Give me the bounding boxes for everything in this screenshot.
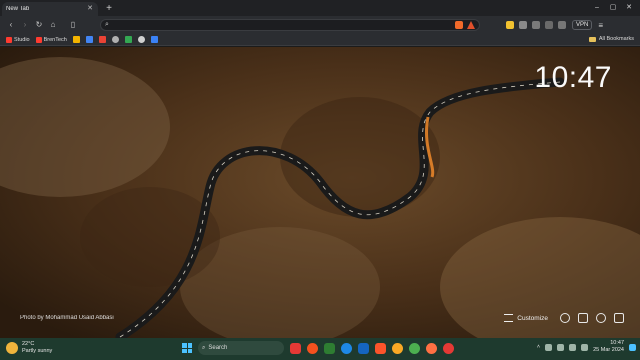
chrome-icon[interactable] [409, 342, 420, 354]
taskbar-search[interactable]: ⌕ Search [198, 341, 284, 355]
app-icon[interactable] [358, 342, 369, 354]
address-input[interactable] [115, 20, 452, 30]
brave-rewards-icon[interactable] [467, 21, 475, 29]
tray-icon[interactable] [545, 343, 553, 351]
app-icon[interactable] [290, 342, 301, 354]
all-bookmarks-button[interactable]: All Bookmarks [588, 36, 634, 42]
brave-icon[interactable] [375, 342, 386, 354]
menu-icon[interactable]: ≡ [598, 21, 603, 30]
taskbar-search-label: Search [208, 345, 228, 351]
battery-icon[interactable] [581, 343, 589, 351]
history-icon[interactable] [596, 313, 606, 323]
search-icon: ⌕ [105, 21, 109, 28]
customize-button[interactable]: Customize [504, 314, 548, 322]
bookmark-icon[interactable] [150, 36, 158, 43]
system-tray: ˄ 10:47 25 Mar 2024 [537, 340, 636, 354]
windows-taskbar: 22°C Partly sunny ⌕ Search ˄ 10:47 25 Ma… [0, 338, 640, 360]
new-tab-button[interactable]: + [102, 2, 116, 16]
app-icon[interactable] [426, 342, 437, 354]
weather-icon [6, 342, 18, 354]
reload-icon[interactable]: ↻ [32, 18, 46, 32]
drive-icon[interactable] [72, 36, 80, 43]
folder-icon [588, 36, 596, 42]
youtube-icon [6, 36, 12, 43]
weather-desc: Partly sunny [22, 348, 53, 354]
bookmarks-icon[interactable] [578, 313, 588, 323]
bookmark-label: Studio [14, 36, 30, 43]
volume-icon[interactable] [569, 343, 577, 351]
bookmarks-bar: Studio BrenTech All Bookmarks [0, 34, 640, 46]
clock: 10:47 [534, 61, 612, 94]
app-icon[interactable] [443, 342, 454, 354]
window-controls: – ▢ ✕ [592, 0, 640, 16]
bookmark-studio[interactable]: Studio [6, 36, 30, 43]
settings-icon[interactable] [560, 313, 570, 323]
bottom-right-actions [560, 313, 624, 323]
bookmark-page-icon[interactable]: ▯ [66, 18, 80, 32]
tab-strip: New Tab ✕ + – ▢ ✕ [0, 0, 640, 16]
wifi-icon[interactable] [557, 343, 565, 351]
customize-label: Customize [517, 314, 548, 322]
all-bookmarks-label: All Bookmarks [598, 36, 634, 42]
vpn-button[interactable]: VPN [572, 20, 593, 30]
minimize-icon[interactable]: – [592, 3, 602, 13]
wallet-icon[interactable] [558, 21, 566, 29]
drive-icon[interactable] [85, 36, 93, 43]
bookmark-icon[interactable] [124, 36, 132, 43]
gmail-icon[interactable] [98, 36, 106, 43]
browser-toolbar: ‹ › ↻ ⌂ ▯ ⌕ VPN ≡ [0, 16, 640, 34]
photo-credit[interactable]: Photo by Mohammad Usaid Abbasi [20, 315, 114, 321]
taskbar-apps: ⌕ Search [182, 341, 454, 355]
taskbar-date: 25 Mar 2024 [593, 347, 624, 353]
tab-title: New Tab [6, 6, 30, 12]
app-icon[interactable] [392, 342, 403, 354]
extension-icon[interactable] [519, 21, 527, 29]
new-tab-background: 10:47 Photo by Mohammad Usaid Abbasi Cus… [0, 47, 640, 338]
home-icon[interactable]: ⌂ [46, 18, 60, 32]
forward-icon[interactable]: › [18, 18, 32, 32]
puzzle-icon[interactable] [532, 21, 540, 29]
edge-icon[interactable] [341, 342, 352, 354]
close-window-icon[interactable]: ✕ [624, 3, 634, 13]
firefox-icon[interactable] [307, 342, 318, 354]
extensions-area [506, 21, 566, 29]
taskbar-time: 10:47 [610, 340, 624, 346]
windows-start-icon[interactable] [182, 343, 192, 353]
close-tab-icon[interactable]: ✕ [86, 5, 94, 13]
tab-new-tab[interactable]: New Tab ✕ [2, 2, 98, 16]
bookmark-brentech[interactable]: BrenTech [35, 36, 67, 43]
bookmark-label: BrenTech [43, 36, 67, 43]
notification-icon[interactable] [629, 343, 636, 351]
chevron-up-icon[interactable]: ˄ [537, 344, 540, 350]
brave-shields-icon[interactable] [455, 21, 463, 29]
bookmark-icon[interactable] [137, 36, 145, 43]
maximize-icon[interactable]: ▢ [608, 3, 618, 13]
sliders-icon [504, 314, 514, 322]
clock-widget[interactable]: 10:47 25 Mar 2024 [593, 340, 624, 354]
media-icon[interactable] [614, 313, 624, 323]
weather-temp: 22°C [22, 341, 35, 347]
bookmark-icon[interactable] [111, 36, 119, 43]
back-icon[interactable]: ‹ [4, 18, 18, 32]
address-bar[interactable]: ⌕ [100, 19, 480, 31]
extension-icon[interactable] [506, 21, 514, 29]
weather-widget[interactable]: 22°C Partly sunny [6, 341, 52, 355]
youtube-icon [35, 36, 42, 43]
search-icon: ⌕ [202, 344, 206, 351]
sidebar-icon[interactable] [545, 21, 553, 29]
app-icon[interactable] [324, 342, 335, 354]
